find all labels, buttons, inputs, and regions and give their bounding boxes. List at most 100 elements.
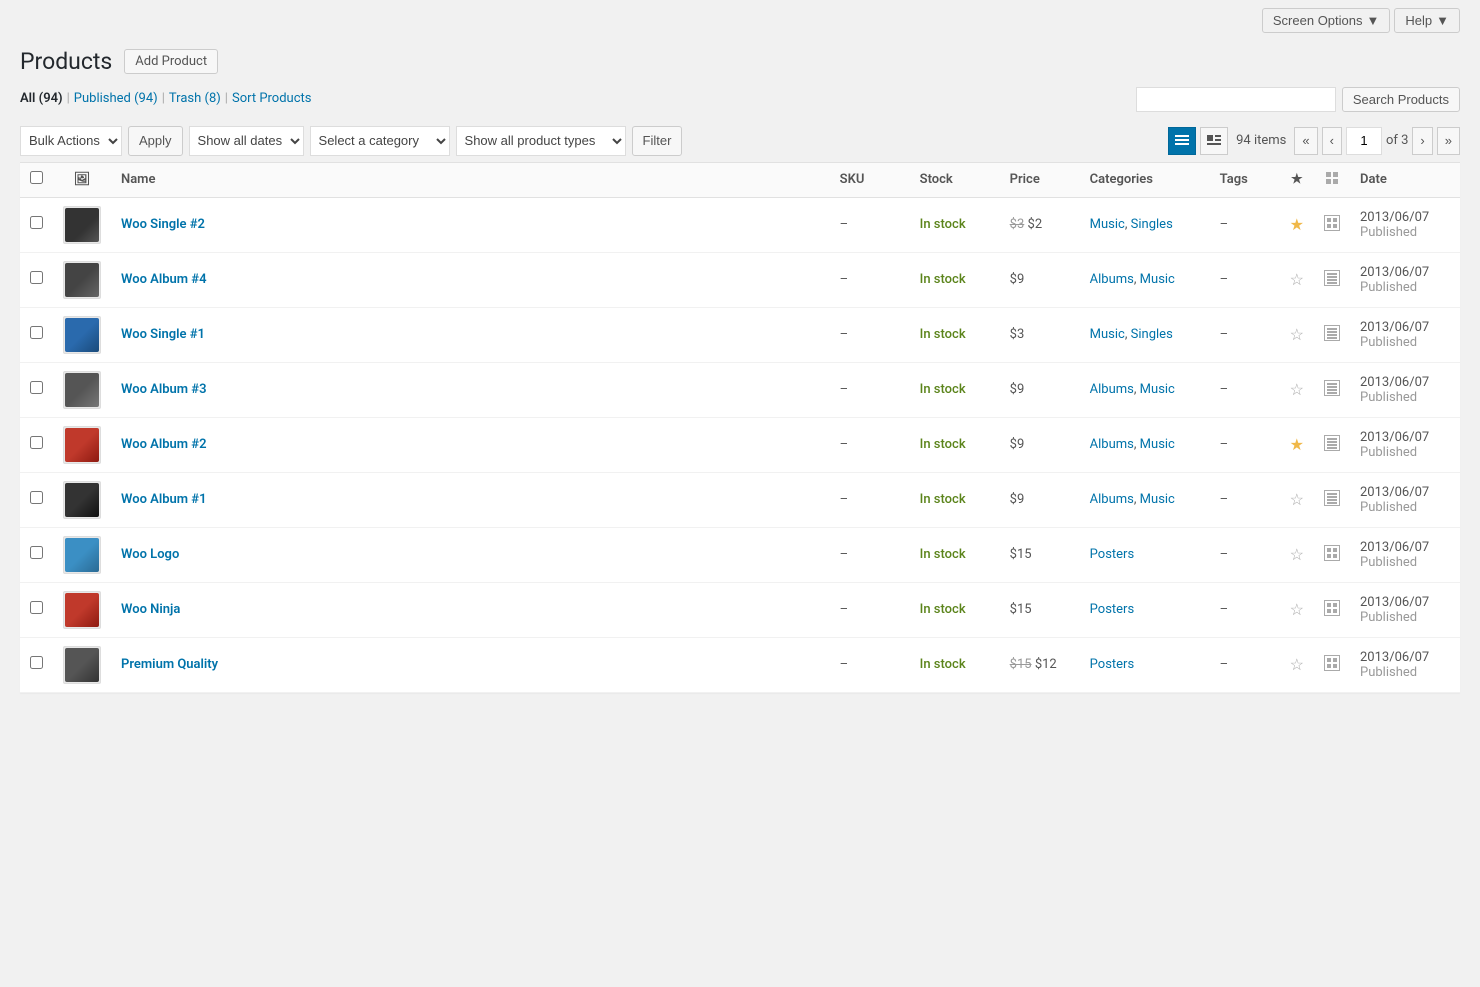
product-type-icon[interactable]	[1314, 252, 1350, 307]
pagination-first[interactable]: «	[1294, 127, 1317, 155]
col-stock[interactable]: Stock	[910, 162, 1000, 197]
product-name-link[interactable]: Premium Quality	[121, 657, 218, 672]
category-link[interactable]: Music	[1090, 327, 1125, 342]
product-type-icon[interactable]	[1314, 637, 1350, 692]
product-type-icon[interactable]	[1314, 527, 1350, 582]
select-all-checkbox[interactable]	[30, 171, 43, 184]
product-type-icon[interactable]	[1314, 197, 1350, 252]
excerpt-view-icon[interactable]	[1200, 127, 1228, 155]
star-filled-icon[interactable]: ★	[1290, 215, 1304, 234]
subnav-trash[interactable]: Trash (8)	[169, 91, 221, 106]
product-name-link[interactable]: Woo Logo	[121, 547, 179, 562]
category-link[interactable]: Albums	[1090, 492, 1134, 507]
search-products-button[interactable]: Search Products	[1342, 87, 1460, 112]
category-link[interactable]: Music	[1140, 492, 1175, 507]
category-link[interactable]: Albums	[1090, 437, 1134, 452]
category-link[interactable]: Music	[1140, 382, 1175, 397]
apply-button[interactable]: Apply	[128, 126, 183, 156]
screen-options-button[interactable]: Screen Options ▼	[1262, 8, 1390, 33]
subnav-published[interactable]: Published (94)	[74, 91, 158, 106]
category-link[interactable]: Albums	[1090, 272, 1134, 287]
star-empty-icon[interactable]: ☆	[1290, 600, 1304, 619]
filter-button[interactable]: Filter	[632, 126, 683, 156]
grid-type-icon[interactable]	[1324, 215, 1340, 231]
pagination-last[interactable]: »	[1437, 127, 1460, 155]
subnav-published-link[interactable]: Published (94)	[74, 91, 158, 106]
category-link[interactable]: Posters	[1090, 657, 1135, 672]
product-name-link[interactable]: Woo Album #2	[121, 437, 207, 452]
col-name[interactable]: Name	[111, 162, 830, 197]
product-name-link[interactable]: Woo Single #2	[121, 217, 205, 232]
col-date[interactable]: Date	[1350, 162, 1460, 197]
download-type-icon[interactable]	[1324, 490, 1340, 506]
category-link[interactable]: Posters	[1090, 547, 1135, 562]
product-type-icon[interactable]	[1314, 307, 1350, 362]
subnav-all[interactable]: All (94)	[20, 91, 63, 106]
product-name-link[interactable]: Woo Album #3	[121, 382, 207, 397]
category-link[interactable]: Singles	[1131, 327, 1173, 342]
col-categories[interactable]: Categories	[1080, 162, 1210, 197]
show-all-dates-select[interactable]: Show all dates	[189, 126, 304, 156]
download-type-icon[interactable]	[1324, 380, 1340, 396]
product-featured[interactable]: ☆	[1280, 362, 1314, 417]
add-product-button[interactable]: Add Product	[124, 49, 218, 74]
product-featured[interactable]: ☆	[1280, 307, 1314, 362]
select-category-select[interactable]: Select a category	[310, 126, 450, 156]
row-checkbox[interactable]	[30, 601, 43, 614]
product-name-link[interactable]: Woo Single #1	[121, 327, 205, 342]
category-link[interactable]: Music	[1140, 272, 1175, 287]
download-type-icon[interactable]	[1324, 435, 1340, 451]
show-all-types-select[interactable]: Show all product types	[456, 126, 626, 156]
col-sku[interactable]: SKU	[830, 162, 910, 197]
row-checkbox[interactable]	[30, 216, 43, 229]
download-type-icon[interactable]	[1324, 325, 1340, 341]
star-empty-icon[interactable]: ☆	[1290, 545, 1304, 564]
product-featured[interactable]: ★	[1280, 417, 1314, 472]
row-checkbox[interactable]	[30, 656, 43, 669]
grid-type-icon[interactable]	[1324, 600, 1340, 616]
grid-type-icon[interactable]	[1324, 655, 1340, 671]
row-checkbox[interactable]	[30, 491, 43, 504]
col-tags[interactable]: Tags	[1210, 162, 1280, 197]
product-name-link[interactable]: Woo Album #4	[121, 272, 207, 287]
subnav-sort[interactable]: Sort Products	[232, 91, 312, 106]
pagination-next[interactable]: ›	[1412, 127, 1432, 155]
pagination-current-input[interactable]	[1346, 127, 1382, 155]
row-checkbox[interactable]	[30, 381, 43, 394]
product-type-icon[interactable]	[1314, 472, 1350, 527]
pagination-prev[interactable]: ‹	[1322, 127, 1342, 155]
subnav-all-link[interactable]: All (94)	[20, 91, 63, 106]
col-price[interactable]: Price	[1000, 162, 1080, 197]
category-link[interactable]: Music	[1140, 437, 1175, 452]
download-type-icon[interactable]	[1324, 270, 1340, 286]
subnav-sort-link[interactable]: Sort Products	[232, 91, 312, 106]
row-checkbox[interactable]	[30, 436, 43, 449]
product-name-link[interactable]: Woo Ninja	[121, 602, 180, 617]
product-featured[interactable]: ☆	[1280, 252, 1314, 307]
bulk-actions-select[interactable]: Bulk Actions	[20, 126, 122, 156]
product-featured[interactable]: ☆	[1280, 637, 1314, 692]
product-type-icon[interactable]	[1314, 582, 1350, 637]
search-input[interactable]	[1136, 87, 1336, 112]
category-link[interactable]: Albums	[1090, 382, 1134, 397]
star-empty-icon[interactable]: ☆	[1290, 490, 1304, 509]
star-filled-icon[interactable]: ★	[1290, 435, 1304, 454]
product-type-icon[interactable]	[1314, 362, 1350, 417]
product-featured[interactable]: ☆	[1280, 582, 1314, 637]
star-empty-icon[interactable]: ☆	[1290, 655, 1304, 674]
star-empty-icon[interactable]: ☆	[1290, 325, 1304, 344]
product-featured[interactable]: ☆	[1280, 472, 1314, 527]
star-empty-icon[interactable]: ☆	[1290, 380, 1304, 399]
category-link[interactable]: Posters	[1090, 602, 1135, 617]
grid-type-icon[interactable]	[1324, 545, 1340, 561]
star-empty-icon[interactable]: ☆	[1290, 270, 1304, 289]
list-view-icon[interactable]	[1168, 127, 1196, 155]
row-checkbox[interactable]	[30, 546, 43, 559]
row-checkbox[interactable]	[30, 326, 43, 339]
product-featured[interactable]: ☆	[1280, 527, 1314, 582]
subnav-trash-link[interactable]: Trash (8)	[169, 91, 221, 106]
category-link[interactable]: Singles	[1131, 217, 1173, 232]
product-name-link[interactable]: Woo Album #1	[121, 492, 207, 507]
product-featured[interactable]: ★	[1280, 197, 1314, 252]
category-link[interactable]: Music	[1090, 217, 1125, 232]
